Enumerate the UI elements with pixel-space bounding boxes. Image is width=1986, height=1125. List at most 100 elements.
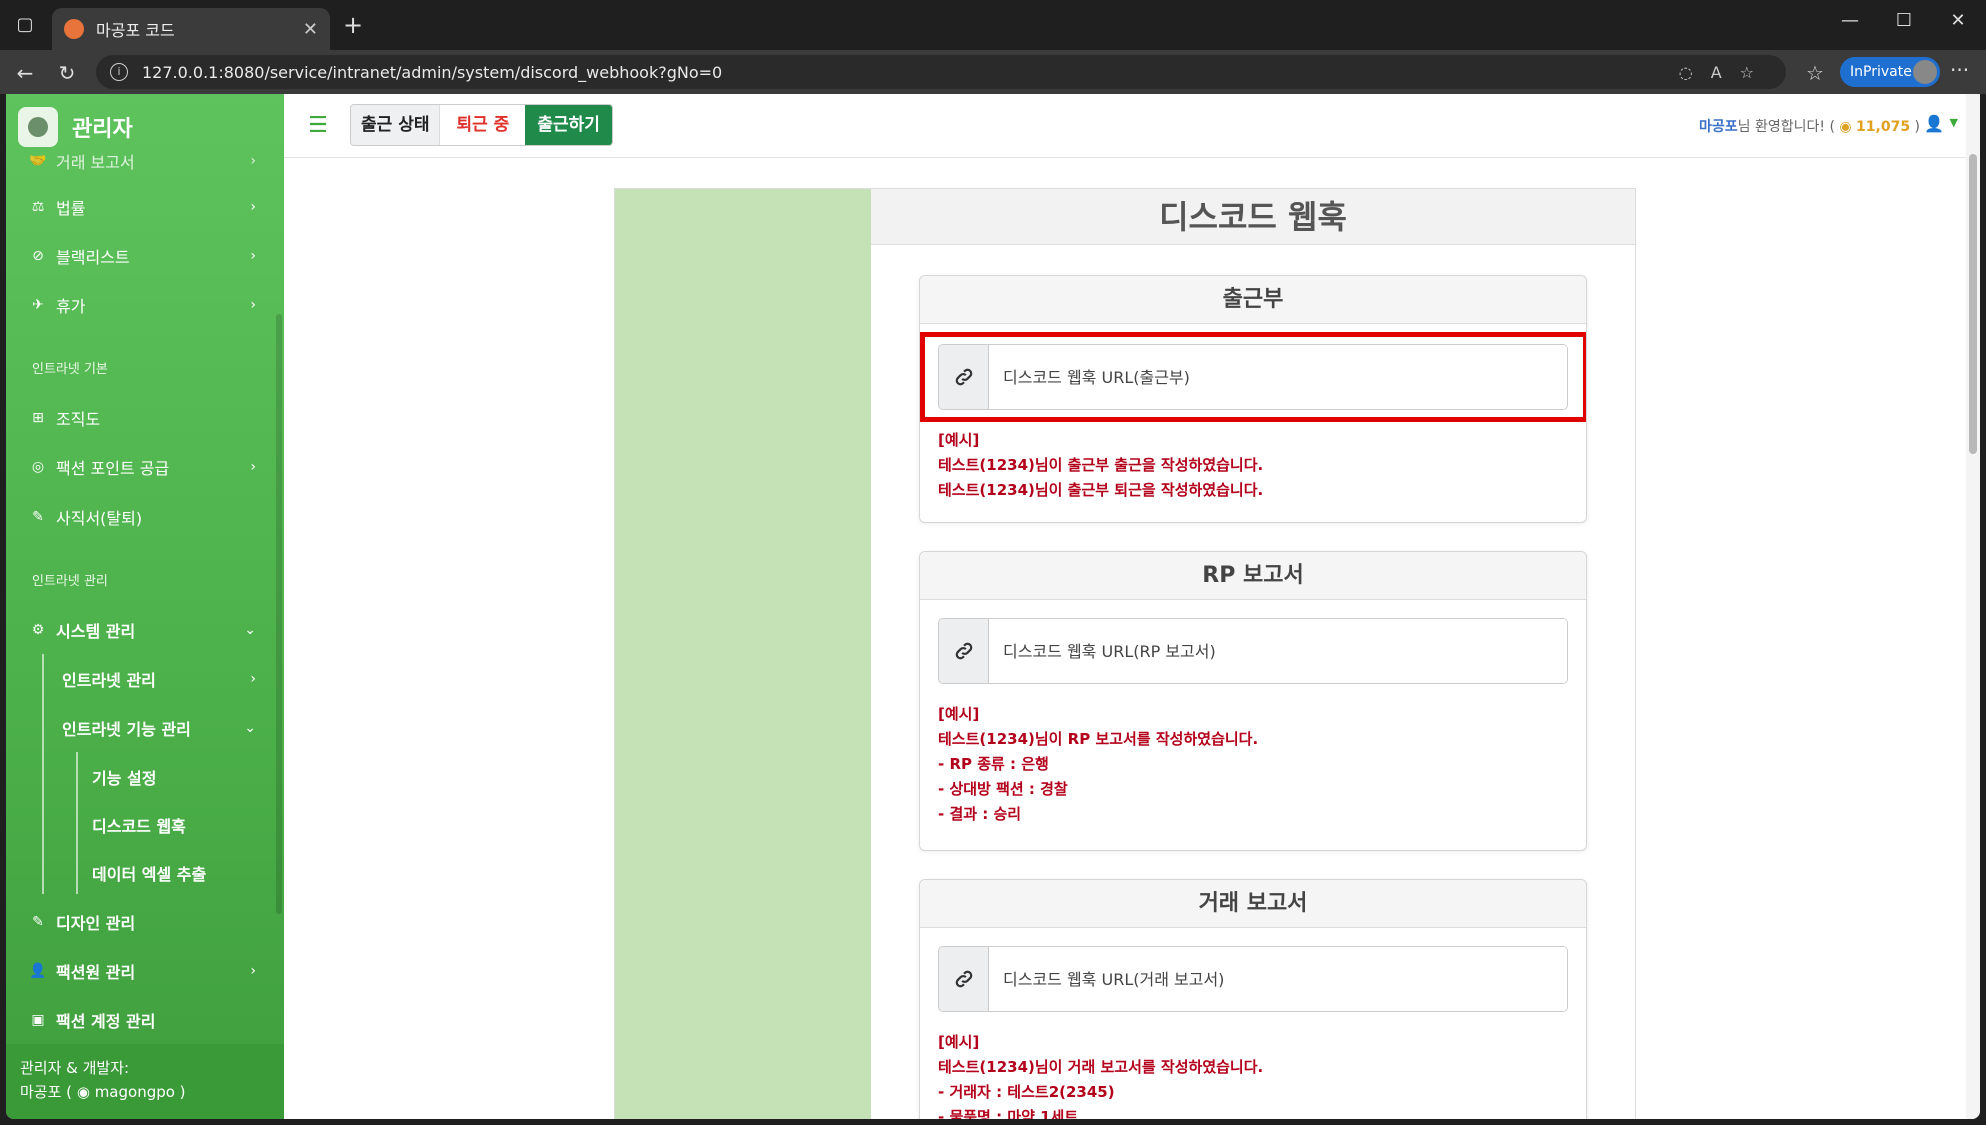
sidebar-footer: 관리자 & 개발자: 마공포 ( ◉ magongpo ) — [6, 1044, 284, 1119]
url-text: 127.0.0.1:8080/service/intranet/admin/sy… — [142, 62, 723, 82]
link-icon — [939, 947, 989, 1011]
section-title-management: 인트라넷 관리 — [32, 574, 108, 589]
maximize-icon[interactable]: ☐ — [1884, 10, 1924, 31]
sidebar-item-excel-export[interactable]: 데이터 엑셀 추출 — [92, 858, 256, 888]
tab-title: 마공포 코드 — [96, 21, 175, 40]
page-scrollbar[interactable] — [1966, 94, 1980, 1119]
card-rp-report: RP 보고서 [예시] 테스트(1234)님이 RP 보고서를 작성하였습니다.… — [919, 551, 1587, 851]
back-icon[interactable]: ← — [10, 58, 40, 88]
sidebar-item-design[interactable]: ✎ 디자인 관리 — [28, 907, 256, 937]
page-viewport: 관리자 🤝 거래 보고서 › ⚖ 법률 › ⊘ 블랙리스트 › ✈ 휴가 › 인… — [6, 94, 1980, 1119]
brand-name: 관리자 — [72, 117, 133, 142]
webhook-url-input-rp[interactable] — [989, 619, 1567, 683]
card-header: RP 보고서 — [920, 552, 1586, 600]
work-status: 출근 상태 퇴근 중 출근하기 — [350, 104, 613, 146]
hamburger-menu-icon[interactable]: ☰ — [300, 108, 336, 144]
sidebar-item-feature-settings[interactable]: 기능 설정 — [92, 762, 256, 792]
gear-icon: ⚙ — [31, 622, 45, 638]
link-icon — [939, 345, 989, 409]
sidebar-item-intranet-mgmt[interactable]: 인트라넷 관리 › — [62, 664, 256, 694]
sidebar: 관리자 🤝 거래 보고서 › ⚖ 법률 › ⊘ 블랙리스트 › ✈ 휴가 › 인… — [6, 94, 284, 1119]
inprivate-badge[interactable]: InPrivate — [1840, 57, 1940, 87]
webhook-input-group — [938, 618, 1568, 684]
coin-icon: ◉ — [1839, 119, 1852, 135]
topbar: ☰ 출근 상태 퇴근 중 출근하기 마공포님 환영합니다! ( ◉ 11,075… — [284, 94, 1980, 158]
sidebar-item-faction-account[interactable]: ▣ 팩션 계정 관리 — [28, 1005, 256, 1035]
sidebar-item-trade-report[interactable]: 🤝 거래 보고서 › — [28, 146, 256, 176]
brand[interactable]: 관리자 — [18, 102, 133, 152]
card-attendance: 출근부 [예시] 테스트(1234)님이 출근부 출근을 작성하였습니다. 테스… — [919, 275, 1587, 523]
link-icon — [939, 619, 989, 683]
new-tab-button[interactable]: + — [338, 10, 368, 40]
page-title: 디스코드 웹훅 — [871, 189, 1635, 245]
plane-icon: ✈ — [32, 297, 44, 313]
point-balance: 11,075 — [1856, 119, 1911, 135]
footer-credit: 마공포 ( ◉ magongpo ) — [20, 1083, 186, 1101]
example-text: [예시] 테스트(1234)님이 출근부 출근을 작성하였습니다. 테스트(12… — [938, 431, 1264, 499]
sidebar-item-blacklist[interactable]: ⊘ 블랙리스트 › — [28, 241, 256, 271]
close-tab-icon[interactable]: ✕ — [303, 19, 318, 40]
webhook-input-group — [938, 946, 1568, 1012]
scale-icon: ⚖ — [31, 199, 45, 215]
chevron-down-icon: ⌄ — [244, 622, 256, 638]
webhook-url-input-attendance[interactable] — [989, 345, 1567, 409]
card-trade-report: 거래 보고서 [예시] 테스트(1234)님이 거래 보고서를 작성하였습니다.… — [919, 879, 1587, 1119]
user-icon[interactable]: 👤 — [1924, 114, 1944, 133]
address-bar[interactable]: i 127.0.0.1:8080/service/intranet/admin/… — [96, 55, 1786, 89]
submenu-line — [42, 654, 44, 894]
coins-icon: ◎ — [31, 459, 45, 475]
brand-logo-icon — [18, 107, 58, 147]
sidebar-toggle-icon[interactable]: ▢ — [10, 10, 40, 40]
sidebar-item-resignation[interactable]: ✎ 사직서(탈퇴) — [28, 502, 256, 532]
status-label: 출근 상태 — [351, 105, 440, 145]
caret-down-icon[interactable]: ▼ — [1950, 116, 1958, 129]
inprivate-label: InPrivate — [1850, 64, 1912, 80]
user-name: 마공포 — [1699, 119, 1738, 135]
minimize-icon[interactable]: — — [1830, 10, 1870, 31]
section-title-basic: 인트라넷 기본 — [32, 362, 108, 377]
checkin-button[interactable]: 출근하기 — [525, 105, 612, 145]
id-card-icon: ▣ — [31, 1012, 45, 1028]
favorites-icon[interactable]: ☆ — [1800, 58, 1830, 88]
page-scrollbar-thumb[interactable] — [1969, 154, 1977, 454]
browser-tab[interactable]: 마공포 코드 ✕ — [52, 8, 330, 50]
sidebar-item-intranet-func[interactable]: 인트라넷 기능 관리 ⌄ — [62, 713, 256, 743]
chevron-right-icon: › — [250, 671, 256, 687]
chevron-right-icon: › — [250, 963, 256, 979]
main-panel: 디스코드 웹훅 출근부 [예시] 테스트(1234)님이 출근부 출근을 작성하… — [614, 188, 1636, 1119]
sidebar-item-discord-webhook[interactable]: 디스코드 웹훅 — [92, 810, 256, 840]
sidebar-item-vacation[interactable]: ✈ 휴가 › — [28, 290, 256, 320]
refresh-icon[interactable]: ↻ — [52, 58, 82, 88]
window-close-icon[interactable]: ✕ — [1938, 10, 1978, 31]
sidebar-scrollbar[interactable] — [276, 314, 282, 914]
chevron-right-icon: › — [250, 199, 256, 215]
chevron-right-icon: › — [250, 153, 256, 169]
welcome-text: 마공포님 환영합니다! ( ◉ 11,075 ) — [1699, 119, 1920, 135]
footer-credit-label: 관리자 & 개발자: — [20, 1059, 130, 1077]
address-bar-icons[interactable]: ◌A☆ — [1679, 63, 1772, 82]
sidebar-item-law[interactable]: ⚖ 법률 › — [28, 192, 256, 222]
more-menu-icon[interactable]: ··· — [1950, 58, 1969, 82]
sitemap-icon: ⊞ — [32, 410, 44, 426]
ban-icon: ⊘ — [32, 248, 44, 264]
webhook-url-input-trade[interactable] — [989, 947, 1567, 1011]
sidebar-item-faction-points[interactable]: ◎ 팩션 포인트 공급 › — [28, 452, 256, 482]
site-info-icon[interactable]: i — [110, 63, 128, 81]
chevron-down-icon: ⌄ — [244, 720, 256, 736]
sidebar-item-faction-member[interactable]: 👤 팩션원 관리 › — [28, 956, 256, 986]
sidebar-item-system[interactable]: ⚙ 시스템 관리 ⌄ — [28, 615, 256, 645]
browser-tab-bar: ▢ 마공포 코드 ✕ + — ☐ ✕ — [0, 0, 1986, 50]
brush-icon: ✎ — [32, 914, 44, 930]
chevron-right-icon: › — [250, 248, 256, 264]
pen-icon: ✎ — [32, 509, 44, 525]
chevron-right-icon: › — [250, 459, 256, 475]
sidebar-item-org-chart[interactable]: ⊞ 조직도 — [28, 403, 256, 433]
user-gear-icon: 👤 — [29, 963, 47, 979]
status-value: 퇴근 중 — [439, 105, 526, 145]
profile-avatar — [1913, 60, 1937, 84]
example-text: [예시] 테스트(1234)님이 거래 보고서를 작성하였습니다. - 거래자 … — [938, 1033, 1264, 1119]
card-header: 거래 보고서 — [920, 880, 1586, 928]
example-text: [예시] 테스트(1234)님이 RP 보고서를 작성하였습니다. - RP 종… — [938, 705, 1259, 823]
browser-toolbar: ← ↻ i 127.0.0.1:8080/service/intranet/ad… — [0, 50, 1986, 94]
panel-side-area — [615, 189, 871, 1119]
